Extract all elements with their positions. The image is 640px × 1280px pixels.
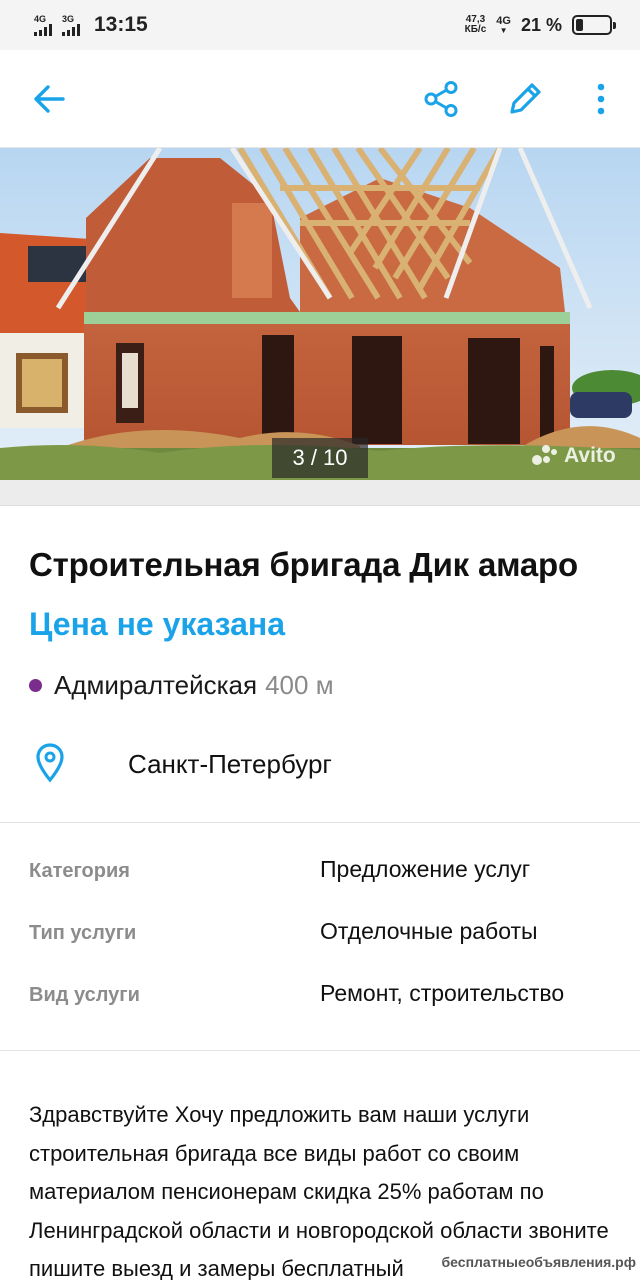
share-icon: [424, 81, 458, 117]
battery-level-fill: [576, 19, 583, 31]
more-options-button[interactable]: [576, 74, 626, 124]
site-watermark: бесплатныеобъявления.рф: [441, 1254, 636, 1270]
battery-icon: [572, 15, 616, 35]
house-construction-photo: [0, 148, 640, 480]
sim1-network-type: 4G: [34, 13, 47, 24]
listing-price: Цена не указана: [29, 606, 285, 642]
clock: 13:15: [94, 13, 148, 36]
metro-line-icon: [29, 679, 42, 692]
pencil-icon: [510, 83, 541, 114]
avito-logo-icon: [532, 445, 558, 467]
param-value: Отделочные работы: [320, 918, 538, 944]
param-row: Вид услуги Ремонт, строительство: [0, 976, 640, 1016]
metro-info[interactable]: Адмиралтейская 400 м: [29, 670, 334, 701]
data-network-type: 4G: [496, 14, 511, 27]
listing-title: Строительная бригада Дик амаро: [29, 546, 578, 583]
listing-description: Здравствуйте Хочу предложить вам наши ус…: [29, 1102, 609, 1280]
network-speed-unit: КБ/с: [464, 24, 487, 35]
section-separator: [0, 480, 640, 506]
data-activity-arrows-icon: ▼: [499, 25, 508, 35]
avito-watermark: Avito: [532, 438, 616, 474]
sim2-network-type: 3G: [62, 13, 75, 24]
param-key: Вид услуги: [29, 984, 140, 1006]
param-key: Тип услуги: [29, 922, 137, 944]
back-button[interactable]: [24, 74, 74, 124]
arrow-left-icon: [34, 85, 65, 113]
status-right: 47,3 КБ/с 4G ▼ 21 %: [465, 14, 616, 36]
share-button[interactable]: [416, 74, 466, 124]
location-pin-icon: [36, 743, 64, 783]
listing-city[interactable]: Санкт-Петербург: [128, 749, 332, 780]
param-row: Категория Предложение услуг: [0, 852, 640, 892]
status-left: 4G 3G 13:15: [34, 13, 148, 37]
divider: [0, 822, 640, 823]
param-value: Ремонт, строительство: [320, 980, 565, 1006]
sim2-signal-icon: 3G: [62, 13, 80, 36]
param-key: Категория: [29, 860, 130, 882]
listing-photo[interactable]: [0, 148, 640, 480]
param-value: Предложение услуг: [320, 856, 531, 882]
app-toolbar: [0, 50, 640, 148]
metro-distance: 400 м: [265, 670, 334, 700]
divider: [0, 1050, 640, 1051]
status-bar: 4G 3G 13:15 47,3 КБ/с 4G ▼ 21 %: [0, 0, 640, 50]
metro-station: Адмиралтейская: [54, 670, 258, 700]
data-network-icon: 4G ▼: [496, 14, 511, 35]
photo-counter: 3 / 10: [272, 438, 368, 478]
param-row: Тип услуги Отделочные работы: [0, 914, 640, 954]
sim1-signal-icon: 4G: [34, 13, 52, 36]
avito-watermark-text: Avito: [564, 444, 616, 467]
edit-button[interactable]: [500, 74, 550, 124]
battery-percent: 21 %: [520, 14, 562, 35]
network-speed: 47,3 КБ/с: [465, 15, 487, 35]
more-vertical-icon: [597, 83, 605, 115]
